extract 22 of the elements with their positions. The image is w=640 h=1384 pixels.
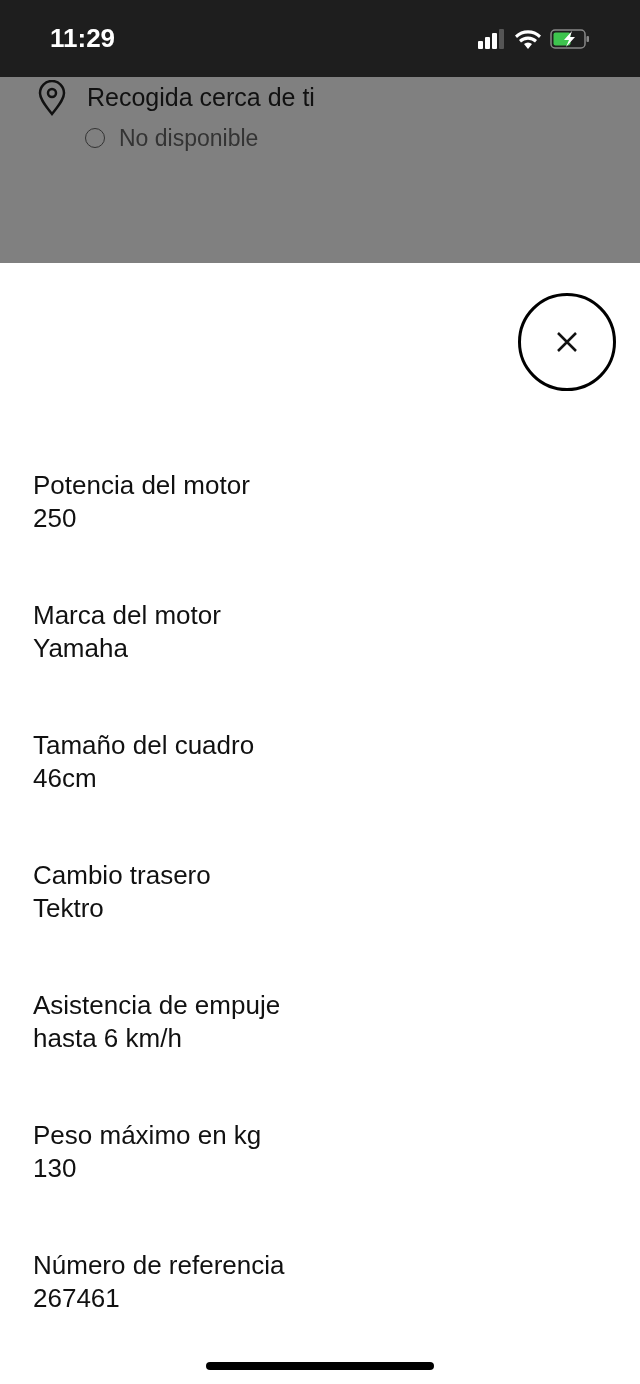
- spec-value: Yamaha: [33, 632, 129, 665]
- spec-value: 267461: [33, 1282, 121, 1315]
- wifi-icon: [514, 28, 542, 49]
- battery-icon: [550, 28, 590, 49]
- spec-label: Tamaño del cuadro: [33, 729, 256, 762]
- spec-label: Número de referencia: [33, 1249, 286, 1282]
- spec-value: 250: [33, 502, 78, 535]
- spec-label: Marca del motor: [33, 599, 222, 632]
- pickup-label: Recogida cerca de ti: [87, 82, 315, 113]
- spec-label: Potencia del motor: [33, 469, 251, 502]
- spec-label: Asistencia de empuje: [33, 989, 282, 1022]
- spec-value: Tektro: [33, 892, 105, 925]
- spec-label: Cambio trasero: [33, 859, 212, 892]
- status-time: 11:29: [50, 22, 116, 55]
- signal-icon: [478, 28, 506, 49]
- spec-value: hasta 6 km/h: [33, 1022, 183, 1055]
- spec-value: 46cm: [33, 762, 98, 795]
- close-icon: [556, 331, 578, 353]
- availability-label: No disponible: [119, 123, 259, 153]
- spec-label: Peso máximo en kg: [33, 1119, 263, 1152]
- location-pin-icon: [37, 79, 67, 116]
- spec-value: 130: [33, 1152, 78, 1185]
